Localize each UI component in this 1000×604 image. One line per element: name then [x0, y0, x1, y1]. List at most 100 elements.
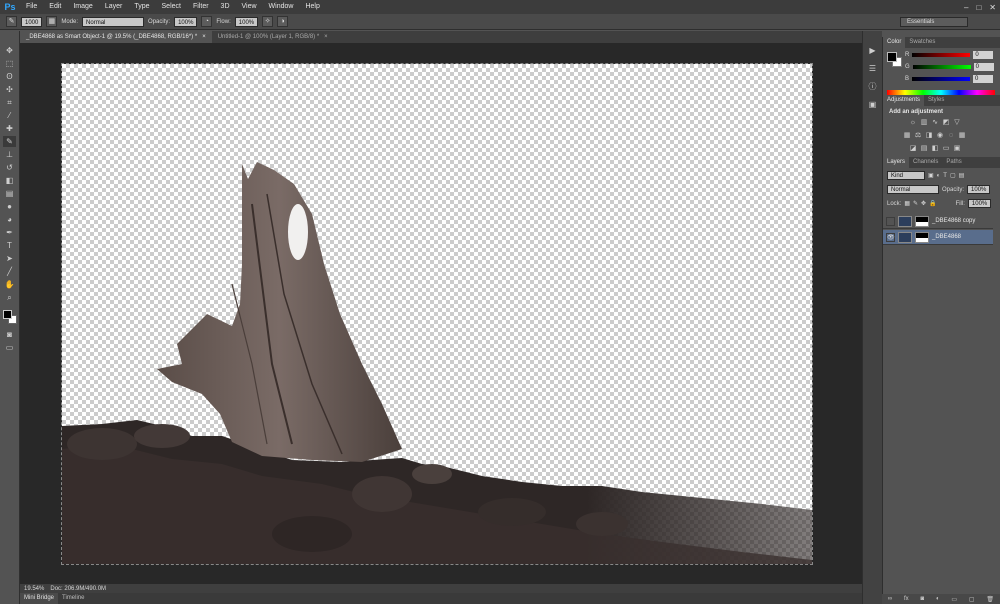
posterize-icon[interactable]: ▤	[920, 145, 928, 153]
layer-mask-thumbnail[interactable]	[915, 215, 929, 227]
menu-3d[interactable]: 3D	[215, 0, 236, 14]
lock-all-icon[interactable]: 🔒	[929, 200, 936, 207]
dodge-tool-icon[interactable]: ◕	[3, 214, 16, 225]
channel-mixer-icon[interactable]: ◌	[947, 132, 955, 140]
menu-select[interactable]: Select	[156, 0, 187, 14]
tab-paths[interactable]: Paths	[942, 157, 965, 168]
red-slider[interactable]	[912, 53, 971, 57]
layer-thumbnail[interactable]	[898, 215, 912, 227]
restore-button[interactable]: □	[976, 3, 981, 12]
brush-preset-icon[interactable]: ✎	[6, 16, 17, 27]
tab-close-icon[interactable]: ×	[324, 31, 328, 43]
pressure-opacity-icon[interactable]: ◔	[201, 16, 213, 27]
photo-filter-icon[interactable]: ◉	[936, 132, 944, 140]
layer-mask-thumbnail[interactable]	[915, 231, 929, 243]
layer-opacity-field[interactable]: 100%	[967, 185, 991, 194]
tab-mini-bridge[interactable]: Mini Bridge	[20, 593, 59, 604]
eyedropper-tool-icon[interactable]: ⁄	[3, 110, 16, 121]
menu-image[interactable]: Image	[67, 0, 98, 14]
path-select-tool-icon[interactable]: ➤	[3, 253, 16, 264]
tab-layers[interactable]: Layers	[883, 157, 910, 168]
fill-field[interactable]: 100%	[967, 199, 992, 208]
menu-file[interactable]: File	[20, 0, 43, 14]
exposure-icon[interactable]: ◩	[942, 119, 950, 127]
brush-panel-icon[interactable]: ▦	[46, 16, 58, 27]
vibrance-icon[interactable]: ▽	[953, 119, 961, 127]
hand-tool-icon[interactable]: ✋	[3, 279, 16, 290]
filter-shape-icon[interactable]: ▢	[950, 172, 956, 179]
filter-smart-icon[interactable]: ▤	[959, 172, 965, 179]
doc-size[interactable]: Doc: 206.9M/490.0M	[50, 586, 106, 592]
layer-thumbnail[interactable]	[898, 231, 912, 243]
green-slider[interactable]	[912, 65, 971, 69]
menu-layer[interactable]: Layer	[99, 0, 129, 14]
hue-saturation-icon[interactable]: ▦	[903, 132, 911, 140]
tab-color[interactable]: Color	[883, 37, 906, 48]
play-action-icon[interactable]: ▶	[867, 45, 879, 57]
new-layer-icon[interactable]: ▢	[969, 596, 975, 603]
link-layers-icon[interactable]: ∞	[888, 596, 892, 602]
menu-type[interactable]: Type	[128, 0, 155, 14]
zoom-level[interactable]: 19.54%	[24, 586, 44, 592]
green-value[interactable]: 0	[973, 63, 994, 71]
line-tool-icon[interactable]: ╱	[3, 266, 16, 277]
gradient-tool-icon[interactable]: ▤	[3, 188, 16, 199]
menu-edit[interactable]: Edit	[43, 0, 67, 14]
info-icon[interactable]: ⓘ	[867, 81, 879, 93]
healing-tool-icon[interactable]: ✚	[3, 123, 16, 134]
gradient-map-icon[interactable]: ▭	[942, 145, 950, 153]
color-lookup-icon[interactable]: ▦	[958, 132, 966, 140]
blur-tool-icon[interactable]: ●	[3, 201, 16, 212]
canvas-area[interactable]	[20, 43, 862, 584]
visibility-toggle-off-icon[interactable]	[886, 216, 895, 226]
layer-name[interactable]: _DBE4868 copy	[932, 218, 975, 224]
minimize-button[interactable]: –	[964, 3, 968, 12]
workspace-select[interactable]: Essentials	[900, 17, 968, 27]
foreground-color-swatch[interactable]	[2, 310, 12, 319]
layer-row[interactable]: _DBE4868 copy	[883, 214, 993, 229]
layer-row[interactable]: 👁 _DBE4868	[883, 230, 993, 245]
threshold-icon[interactable]: ◧	[931, 145, 939, 153]
levels-icon[interactable]: ▥	[920, 119, 928, 127]
tab-untitled[interactable]: Untitled-1 @ 100% (Layer 1, RGB/8) * ×	[212, 31, 334, 43]
tab-close-icon[interactable]: ×	[202, 31, 206, 43]
pressure-size-icon[interactable]: ◑	[277, 16, 289, 27]
mode-select[interactable]: Normal	[82, 16, 145, 27]
blue-slider[interactable]	[912, 77, 971, 81]
color-balance-icon[interactable]: ⚖	[914, 132, 922, 140]
crop-tool-icon[interactable]: ⌗	[3, 97, 16, 108]
lock-transparent-icon[interactable]: ▦	[904, 200, 910, 207]
pen-tool-icon[interactable]: ✒	[3, 227, 16, 238]
type-tool-icon[interactable]: T	[3, 240, 16, 251]
filter-type-icon[interactable]: T	[943, 173, 947, 179]
airbrush-icon[interactable]: ✧	[262, 16, 274, 27]
brightness-icon[interactable]: ☼	[909, 119, 917, 127]
new-adjustment-icon[interactable]: ◐	[936, 596, 940, 602]
color-swatches[interactable]	[2, 309, 18, 327]
stamp-tool-icon[interactable]: ⊥	[3, 149, 16, 160]
quick-mask-icon[interactable]: ◙	[3, 329, 16, 340]
close-button[interactable]: ✕	[989, 3, 996, 12]
add-mask-icon[interactable]: ◙	[921, 596, 925, 602]
tab-styles[interactable]: Styles	[924, 95, 948, 106]
menu-filter[interactable]: Filter	[187, 0, 215, 14]
menu-help[interactable]: Help	[299, 0, 325, 14]
kind-filter-select[interactable]: Kind	[887, 171, 925, 180]
opacity-field[interactable]: 100%	[174, 16, 198, 27]
curves-icon[interactable]: ∿	[931, 119, 939, 127]
black-white-icon[interactable]: ◨	[925, 132, 933, 140]
blue-value[interactable]: 0	[973, 75, 994, 83]
lasso-tool-icon[interactable]: ʘ	[3, 71, 16, 82]
filter-pixel-icon[interactable]: ▣	[928, 172, 934, 179]
menu-window[interactable]: Window	[263, 0, 300, 14]
zoom-tool-icon[interactable]: ⌕	[3, 292, 16, 303]
screen-mode-icon[interactable]: ▭	[3, 342, 16, 353]
history-icon[interactable]: ☰	[867, 63, 879, 75]
menu-view[interactable]: View	[236, 0, 263, 14]
flow-field[interactable]: 100%	[234, 16, 259, 27]
tab-timeline[interactable]: Timeline	[58, 593, 88, 604]
eye-icon[interactable]: 👁	[886, 232, 895, 242]
invert-icon[interactable]: ◪	[909, 145, 917, 153]
tab-smart-object[interactable]: _DBE4868 as Smart Object-1 @ 19.5% (_DBE…	[20, 31, 212, 43]
marquee-tool-icon[interactable]: ⬚	[3, 58, 16, 69]
